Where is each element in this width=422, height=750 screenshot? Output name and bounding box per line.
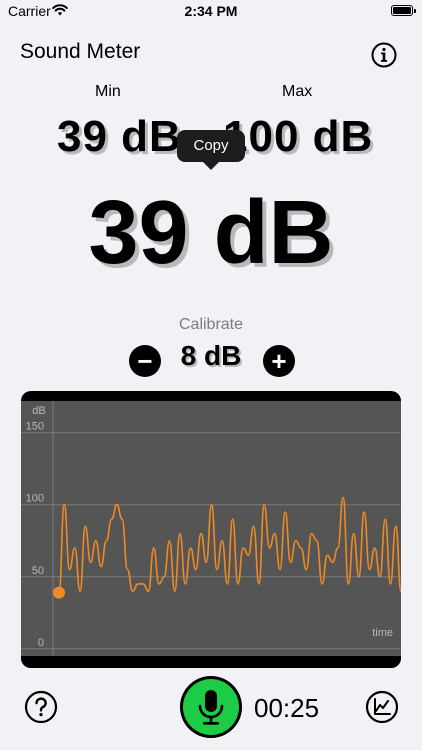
info-icon[interactable]	[371, 42, 397, 68]
question-icon[interactable]	[24, 690, 58, 724]
max-label: Max	[282, 83, 313, 100]
chart-bottom-bar	[21, 656, 401, 668]
min-value[interactable]: 39 dB	[57, 112, 182, 162]
chart-ytick-label: 50	[32, 565, 44, 577]
current-level-value: 39 dB	[88, 183, 334, 283]
chart-ytick-label: 150	[26, 421, 44, 433]
chart-svg: 0 50 100 150 dB time	[21, 401, 401, 668]
record-button[interactable]	[180, 676, 242, 738]
copy-tooltip[interactable]: Copy	[177, 130, 245, 170]
elapsed-timer: 00:25	[254, 693, 320, 723]
chart-ylabel: dB	[32, 405, 45, 417]
chart-ytick-label: 0	[38, 637, 44, 649]
status-time: 2:34 PM	[184, 3, 238, 19]
sound-level-chart: 0 50 100 150 dB time	[21, 391, 401, 668]
chart-current-point	[53, 586, 65, 599]
trend-chart-icon[interactable]	[365, 690, 399, 724]
chart-plot-area	[21, 401, 401, 656]
app-title: Sound Meter	[20, 40, 141, 63]
min-label: Min	[95, 83, 121, 100]
calibrate-minus-button[interactable]: −	[129, 345, 161, 377]
chart-ytick-label: 100	[26, 493, 44, 505]
battery-icon	[391, 5, 416, 16]
max-value[interactable]: 100 dB	[223, 112, 373, 162]
chart-xlabel: time	[372, 627, 393, 639]
calibrate-value: 8 dB	[180, 340, 242, 371]
calibrate-label: Calibrate	[178, 316, 244, 333]
microphone-icon	[198, 690, 224, 725]
calibrate-plus-button[interactable]: +	[263, 345, 295, 377]
